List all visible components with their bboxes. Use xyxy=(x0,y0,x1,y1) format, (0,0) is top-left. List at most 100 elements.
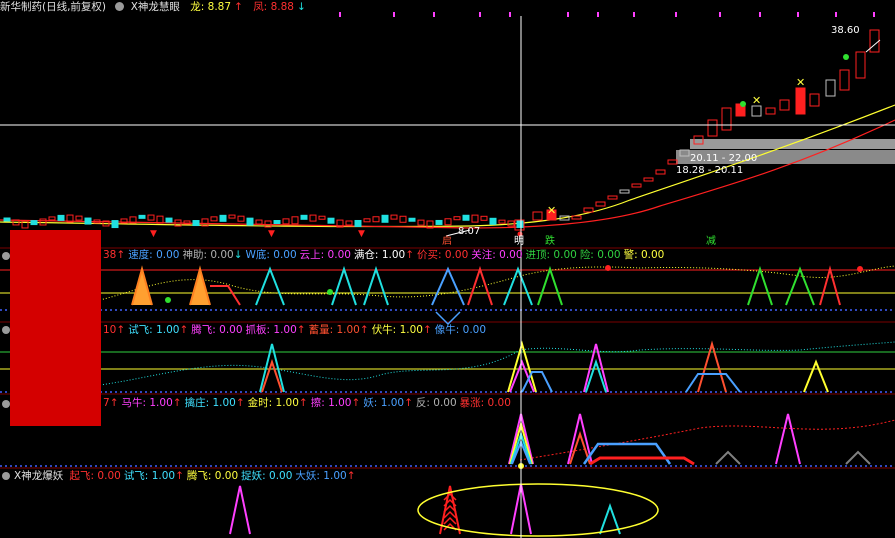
candle xyxy=(354,219,362,227)
panel1-value-3: W底: 0.00 xyxy=(245,249,297,261)
ma-yellow-line xyxy=(0,104,895,228)
panel4-title[interactable]: X神龙爆妖 xyxy=(14,470,63,482)
panel2-arrow-icon-3: ↑ xyxy=(296,324,306,336)
signal-line xyxy=(210,285,241,306)
candle xyxy=(237,215,245,222)
candle xyxy=(165,217,173,223)
panel1-value-0: 38 xyxy=(103,249,117,261)
panel2-arrow-icon-0: ↑ xyxy=(116,324,126,336)
candle xyxy=(318,215,326,220)
x-mark-icon: ✕ xyxy=(752,94,761,107)
panel1-value-8: 进顶: 0.00 xyxy=(525,249,577,261)
signal-dot xyxy=(740,101,746,107)
marker-reduce: 减 xyxy=(706,236,716,247)
panel4-value-1: 试飞: 1.00 xyxy=(123,470,176,482)
panel1-value-2: 神助: 0.00 xyxy=(182,249,234,261)
candle xyxy=(417,219,425,226)
signal-triangle xyxy=(803,359,829,393)
high-pointer-line xyxy=(865,39,881,53)
panel3-value-7: 暴涨: 0.00 xyxy=(459,397,511,409)
chart-canvas[interactable]: ✕ ✕ ✕ ▼ ▼ ▼ xyxy=(0,0,895,538)
panel2-value-6: 像牛: 0.00 xyxy=(434,324,487,336)
signal-triangle xyxy=(697,340,727,393)
candle xyxy=(809,93,820,107)
panel4-arrow-icon-4: ↑ xyxy=(346,470,356,482)
panel2-value-3: 抓板: 1.00 xyxy=(245,324,297,336)
signal-triangle xyxy=(775,413,801,465)
signal-triangle xyxy=(819,265,841,306)
down-arrow-icon: ▼ xyxy=(268,229,275,239)
panel4-value-3: 捉妖: 0.00 xyxy=(241,470,293,482)
signal-dot xyxy=(327,289,333,295)
stock-chart-window: { "header": { "title": "新华制药(日线,前复权)", "… xyxy=(0,0,895,538)
candle xyxy=(48,216,56,221)
band2-label: 18.28 - 20.11 xyxy=(676,165,744,176)
signal-triangle xyxy=(785,266,815,306)
panel2-header: 10↑ 试飞: 1.00↑ 腾飞: 0.00 抓板: 1.00↑ 蓄量: 1.00↑ 伏牛… xyxy=(103,323,893,338)
panel3-value-0: 7 xyxy=(103,397,110,409)
panel3-value-6: 反: 0.00 xyxy=(415,397,457,409)
candle xyxy=(192,220,200,227)
signal-triangle xyxy=(131,265,153,306)
candle xyxy=(462,214,470,221)
signal-triangle xyxy=(255,266,285,306)
signal-triangle xyxy=(845,450,871,465)
signal-triangle xyxy=(431,266,465,306)
panel1-value-6: 价买: 0.00 xyxy=(417,249,469,261)
panel4-value-2: 腾飞: 0.00 xyxy=(186,470,239,482)
x-mark-icon: ✕ xyxy=(796,76,805,89)
panel4-header: X神龙爆妖 起飞: 0.00 试飞: 1.00↑ 腾飞: 0.00 捉妖: 0.00 大… xyxy=(14,469,894,484)
panel2-gear-icon[interactable] xyxy=(2,326,10,334)
candle xyxy=(607,195,618,200)
panel1-value-4: 云上: 0.00 xyxy=(299,249,351,261)
panel2-arrow-icon-1: ↑ xyxy=(179,324,189,336)
panel1-arrow-icon-2: ↓ xyxy=(233,249,243,261)
p4-signal-triangles xyxy=(229,483,621,535)
signal-dot xyxy=(165,297,171,303)
candle xyxy=(219,214,227,222)
low-price-label: 8.07 xyxy=(458,226,481,237)
candle xyxy=(282,218,290,225)
panel3-arrow-icon-3: ↑ xyxy=(298,397,308,409)
panel3-value-2: 擒庄: 1.00 xyxy=(184,397,236,409)
candle xyxy=(571,215,582,220)
candle xyxy=(489,217,497,225)
candle xyxy=(631,183,642,188)
panel1-value-9: 险: 0.00 xyxy=(579,249,621,261)
candle xyxy=(408,217,416,222)
candle xyxy=(273,220,281,225)
p2-dotted-curve xyxy=(99,341,895,386)
panel3-value-5: 妖: 1.00 xyxy=(363,397,405,409)
top-marker-row xyxy=(339,12,875,17)
panel2-value-4: 蓄量: 1.00 xyxy=(308,324,360,336)
candle xyxy=(444,218,452,226)
candle xyxy=(532,211,543,221)
candle xyxy=(300,214,308,220)
panel4-value-0: 起飞: 0.00 xyxy=(69,470,121,482)
panel1-value-7: 关注: 0.00 xyxy=(471,249,523,261)
panel1-gear-icon[interactable] xyxy=(2,252,10,260)
signal-dot xyxy=(605,265,611,271)
candle xyxy=(291,216,299,225)
p3-signal-triangles xyxy=(508,413,871,466)
candle xyxy=(721,107,732,131)
signal-dot xyxy=(857,266,863,272)
panel2-value-1: 试飞: 1.00 xyxy=(128,324,180,336)
candle xyxy=(84,217,92,225)
panel1-value-5: 满仓: 1.00 xyxy=(353,249,406,261)
candle xyxy=(210,216,218,222)
candle xyxy=(839,69,850,91)
p1-signal-triangles xyxy=(131,265,841,326)
candle xyxy=(381,214,389,223)
panel3-arrow-icon-1: ↑ xyxy=(172,397,182,409)
panel3-gear-icon[interactable] xyxy=(2,400,10,408)
panel4-gear-icon[interactable] xyxy=(2,472,10,480)
high-price-label: 38.60 xyxy=(831,25,860,36)
candle xyxy=(655,169,666,175)
candle xyxy=(498,219,506,224)
signal-triangle xyxy=(585,358,607,393)
candle xyxy=(138,214,146,219)
signal-triangle xyxy=(189,265,211,306)
panel1-value-10: 警: 0.00 xyxy=(623,249,665,261)
signal-triangle xyxy=(229,485,251,535)
